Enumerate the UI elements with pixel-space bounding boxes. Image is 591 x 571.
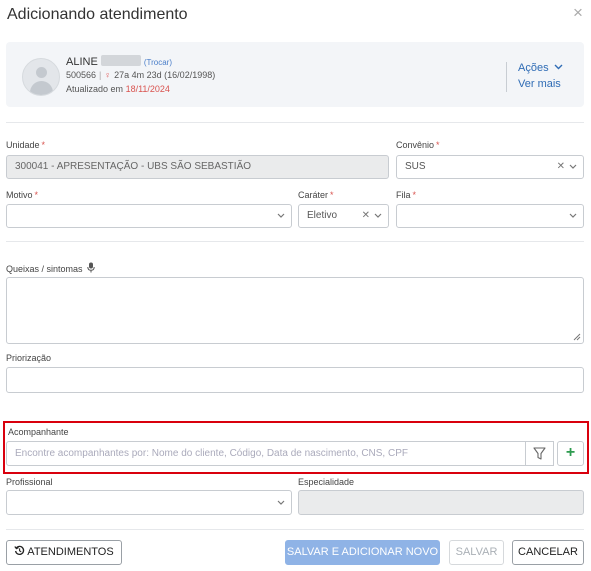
chevron-down-icon bbox=[277, 500, 285, 505]
save-button[interactable]: SALVAR bbox=[449, 540, 504, 565]
chevron-down-icon bbox=[374, 213, 382, 218]
acompanhante-search-input[interactable]: Encontre acompanhantes por: Nome do clie… bbox=[6, 441, 526, 466]
see-more-link[interactable]: Ver mais bbox=[518, 78, 561, 90]
atendimentos-button[interactable]: ATENDIMENTOS bbox=[6, 540, 122, 565]
unidade-field[interactable]: 300041 - APRESENTAÇÃO - UBS SÃO SEBASTIÃ… bbox=[6, 155, 389, 179]
priorizacao-label: Priorização bbox=[6, 353, 52, 363]
patient-updated: Atualizado em 18/11/2024 bbox=[66, 84, 170, 94]
convenio-select[interactable]: SUS ✕ bbox=[396, 155, 584, 179]
carater-label: Caráter * bbox=[298, 190, 334, 200]
divider bbox=[6, 241, 584, 242]
patient-card: ALINE (Trocar) 500566 | ♀ 27a 4m 23d (16/02… bbox=[6, 42, 584, 107]
divider bbox=[506, 62, 507, 92]
profissional-label: Profissional bbox=[6, 477, 53, 487]
patient-name-row: ALINE (Trocar) bbox=[66, 55, 172, 68]
motivo-select[interactable] bbox=[6, 204, 292, 228]
acompanhante-label: Acompanhante bbox=[8, 427, 69, 437]
chevron-down-icon bbox=[277, 213, 285, 218]
divider bbox=[6, 529, 584, 530]
chevron-down-icon bbox=[569, 213, 577, 218]
queixas-label: Queixas / sintomas bbox=[6, 262, 95, 274]
patient-info: 500566 | ♀ 27a 4m 23d (16/02/1998) bbox=[66, 70, 216, 80]
motivo-label: Motivo * bbox=[6, 190, 39, 200]
priorizacao-field[interactable] bbox=[6, 367, 584, 393]
save-and-add-new-button[interactable]: SALVAR E ADICIONAR NOVO bbox=[285, 540, 440, 565]
carater-select[interactable]: Eletivo ✕ bbox=[298, 204, 389, 228]
divider bbox=[6, 122, 584, 123]
resize-grip-icon[interactable] bbox=[573, 333, 581, 341]
redacted-surname bbox=[100, 55, 141, 66]
gender-icon: ♀ bbox=[104, 70, 112, 80]
fila-label: Fila * bbox=[396, 190, 417, 200]
patient-age: 27a 4m 23d (16/02/1998) bbox=[114, 70, 216, 80]
plus-icon: + bbox=[565, 444, 576, 461]
updated-date: 18/11/2024 bbox=[125, 84, 170, 94]
patient-code: 500566 bbox=[66, 70, 97, 80]
profissional-select[interactable] bbox=[6, 490, 292, 515]
cancel-button[interactable]: CANCELAR bbox=[512, 540, 584, 565]
close-icon[interactable]: × bbox=[569, 4, 587, 22]
fila-select[interactable] bbox=[396, 204, 584, 228]
avatar bbox=[22, 58, 60, 96]
unidade-label: Unidade * bbox=[6, 140, 46, 150]
change-patient-link[interactable]: (Trocar) bbox=[144, 58, 172, 67]
history-icon bbox=[14, 545, 25, 555]
actions-dropdown[interactable]: Ações bbox=[518, 62, 563, 74]
clear-icon[interactable]: ✕ bbox=[362, 205, 370, 227]
filter-icon bbox=[533, 447, 546, 460]
filter-button[interactable] bbox=[525, 441, 554, 466]
chevron-down-icon bbox=[554, 64, 563, 70]
add-companion-button[interactable]: + bbox=[557, 441, 584, 466]
convenio-label: Convênio * bbox=[396, 140, 440, 150]
microphone-icon[interactable] bbox=[87, 262, 95, 273]
clear-icon[interactable]: ✕ bbox=[557, 156, 565, 178]
dialog-title: Adicionando atendimento bbox=[7, 6, 188, 23]
especialidade-label: Especialidade bbox=[298, 477, 355, 487]
queixas-textarea[interactable] bbox=[6, 277, 584, 344]
especialidade-field[interactable] bbox=[298, 490, 584, 515]
patient-name: ALINE bbox=[66, 56, 98, 68]
chevron-down-icon bbox=[569, 164, 577, 169]
